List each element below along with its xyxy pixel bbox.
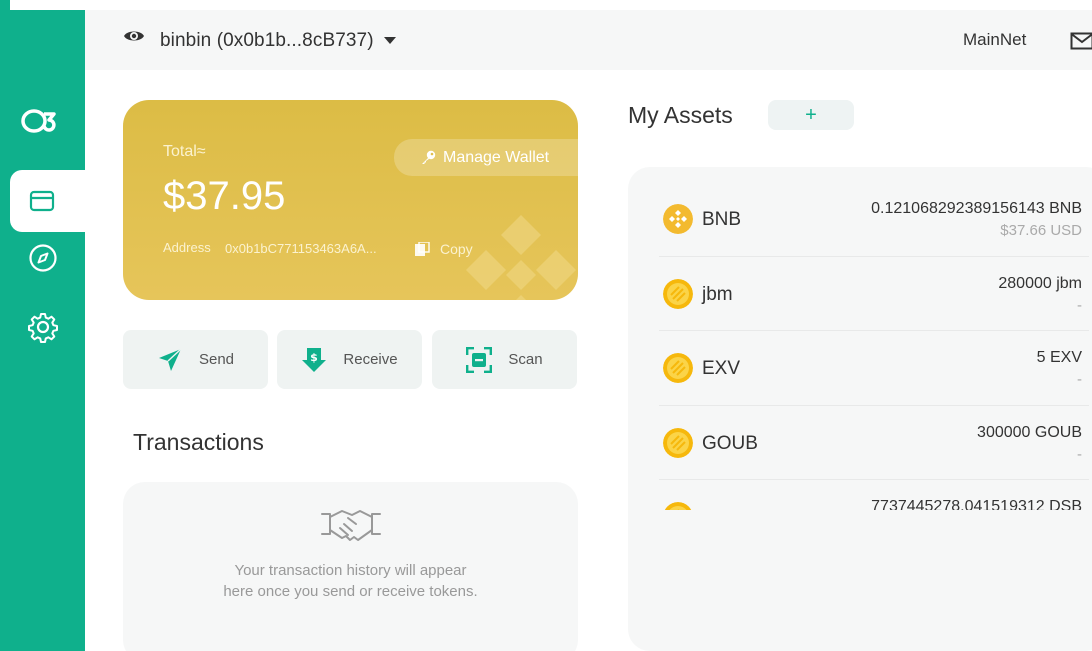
transactions-empty-message: Your transaction history will appear her… [123,560,578,602]
sidebar [0,10,85,651]
compass-icon [29,244,57,272]
asset-fiat-value: - [1077,445,1082,463]
account-selector-label[interactable]: binbin (0x0b1b...8cB737) [160,30,374,52]
asset-balance: 0.121068292389156143 BNB [871,200,1082,217]
o3-logo [21,109,56,133]
asset-list: BNB 0.121068292389156143 BNB $37.66 USD jbm… [659,182,1089,510]
gear-icon [28,313,58,343]
scan-button[interactable]: Scan [432,330,577,389]
asset-name: EXV [702,358,741,379]
empty-line-1: Your transaction history will appear [234,562,467,579]
token-coin-icon [664,502,692,510]
sidebar-corner [0,0,10,10]
assets-panel: BNB 0.121068292389156143 BNB $37.66 USD jbm… [628,167,1092,651]
empty-line-2: here once you send or receive tokens. [223,583,478,600]
wallet-app: binbin (0x0b1b...8cB737) MainNet Total≈ … [0,0,1092,651]
token-coin-icon [663,278,693,309]
copy-icon[interactable] [415,242,430,256]
wallet-icon [29,190,55,212]
network-label[interactable]: MainNet [963,30,1026,50]
eye-icon[interactable] [123,28,145,44]
send-label: Send [198,351,235,368]
asset-row[interactable]: jbm 280000 jbm - [659,257,1089,331]
header-bar: binbin (0x0b1b...8cB737) MainNet [85,10,1092,70]
add-asset-button[interactable]: + [768,100,854,130]
send-icon [158,347,182,371]
total-balance: $37.95 [163,174,286,218]
token-coin-icon [663,353,693,383]
nav-explore-item[interactable] [27,242,59,274]
manage-wallet-label: Manage Wallet [443,148,550,166]
receive-icon: $ [302,347,327,372]
asset-balance: 300000 GOUB [977,423,1082,441]
asset-fiat-value: $37.66 USD [1000,222,1082,239]
asset-row[interactable]: GOUB 300000 GOUB - [659,406,1089,480]
receive-button[interactable]: $ Receive [277,330,422,389]
asset-row[interactable]: BNB 0.121068292389156143 BNB $37.66 USD [659,182,1089,257]
asset-row[interactable]: EXV 5 EXV - [659,331,1089,406]
asset-fiat-value: - [1077,296,1082,314]
send-button[interactable]: Send [123,330,268,389]
asset-balance: 280000 jbm [998,274,1082,292]
bnb-watermark-icon [466,215,576,300]
scan-label: Scan [508,351,543,368]
asset-name: BNB [702,209,742,230]
asset-name: GOUB [702,432,758,454]
nav-settings-item[interactable] [27,311,59,343]
assets-title: My Assets [628,102,733,128]
asset-balance: 5 EXV [1036,349,1082,366]
chevron-down-icon[interactable] [384,37,396,44]
svg-text:$: $ [311,351,319,364]
address-label: Address [163,240,211,255]
asset-balance: 7737445278.041519312 DSB [871,498,1082,510]
bnb-icon [663,204,693,234]
receive-label: Receive [343,351,398,368]
asset-row[interactable]: 7737445278.041519312 DSB [659,480,1089,510]
transactions-title: Transactions [133,429,264,455]
scan-icon [466,346,493,373]
total-label: Total≈ [163,143,206,160]
handshake-icon [321,510,381,541]
transactions-panel: Your transaction history will appear her… [123,482,578,651]
asset-fiat-value: - [1077,371,1082,388]
mail-icon[interactable] [1070,32,1092,50]
key-icon [422,150,436,164]
token-coin-icon [663,427,693,458]
manage-wallet-button[interactable]: Manage Wallet [394,139,578,176]
asset-name: jbm [702,283,733,305]
address-value: 0x0b1bC771153463A6A... [225,241,377,256]
copy-address-button[interactable]: Copy [440,241,473,257]
nav-wallet-item[interactable] [10,170,85,232]
balance-card: Total≈ $37.95 Address 0x0b1bC771153463A6… [123,100,578,300]
